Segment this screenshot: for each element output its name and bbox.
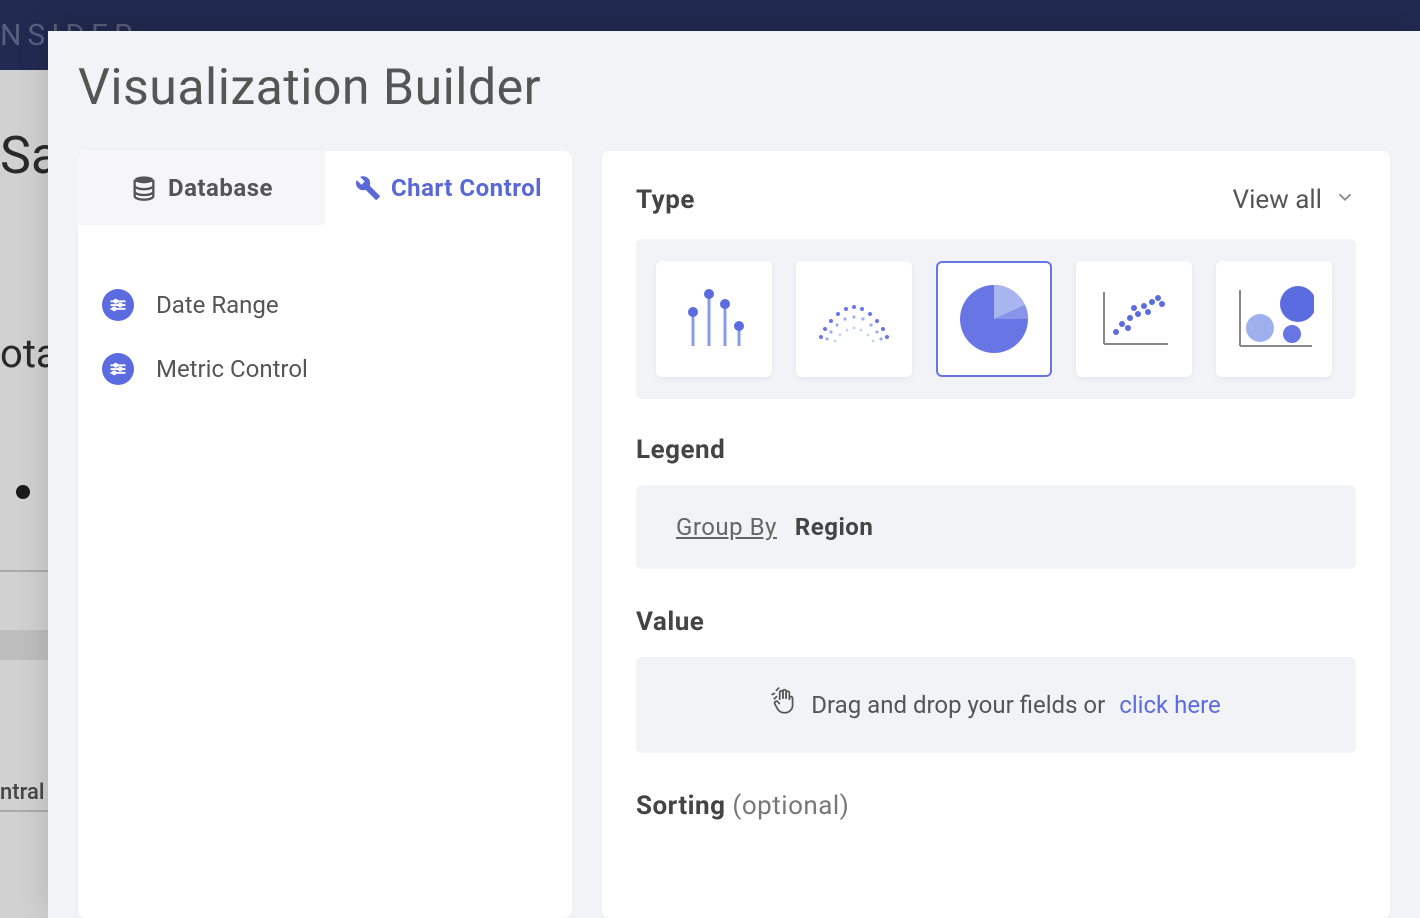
tabs: Database Chart Control xyxy=(78,151,572,225)
modal-title: Visualization Builder xyxy=(78,59,1390,117)
tab-database-label: Database xyxy=(168,174,273,202)
control-item-label: Metric Control xyxy=(156,355,308,383)
modal-body: Database Chart Control xyxy=(78,151,1390,918)
tools-icon xyxy=(355,175,381,201)
type-header: Type View all xyxy=(636,185,1356,215)
legend-title: Legend xyxy=(636,435,1356,465)
tab-chart-control-label: Chart Control xyxy=(391,174,542,202)
sorting-optional-text: (optional) xyxy=(732,791,849,821)
control-item-label: Date Range xyxy=(156,291,279,319)
chart-type-bubble[interactable] xyxy=(1216,261,1332,377)
chart-type-arc-dots[interactable] xyxy=(796,261,912,377)
chart-type-lollipop[interactable] xyxy=(656,261,772,377)
value-dropzone[interactable]: Drag and drop your fields or click here xyxy=(636,657,1356,753)
bubble-chart-icon xyxy=(1234,284,1314,354)
group-by-value: Region xyxy=(795,513,873,541)
right-panel: Type View all xyxy=(602,151,1390,918)
arc-dots-chart-icon xyxy=(809,289,899,349)
chart-type-scatter[interactable] xyxy=(1076,261,1192,377)
value-click-here-link[interactable]: click here xyxy=(1119,691,1221,719)
visualization-builder-modal: Visualization Builder Database xyxy=(48,31,1420,918)
chart-type-row xyxy=(636,239,1356,399)
type-title: Type xyxy=(636,185,695,215)
control-item-date-range[interactable]: Date Range xyxy=(98,273,552,337)
lollipop-chart-icon xyxy=(679,284,749,354)
chevron-down-icon xyxy=(1334,185,1356,215)
group-by-label: Group By xyxy=(676,513,777,541)
view-all-label: View all xyxy=(1233,185,1322,215)
tab-chart-control[interactable]: Chart Control xyxy=(325,151,572,225)
pie-chart-icon xyxy=(955,280,1033,358)
value-title: Value xyxy=(636,607,1356,637)
control-item-metric-control[interactable]: Metric Control xyxy=(98,337,552,401)
sliders-icon xyxy=(102,353,134,385)
sliders-icon xyxy=(102,289,134,321)
scatter-chart-icon xyxy=(1094,284,1174,354)
legend-dropzone[interactable]: Group By Region xyxy=(636,485,1356,569)
view-all-button[interactable]: View all xyxy=(1233,185,1356,215)
database-icon xyxy=(130,174,158,202)
sorting-title-text: Sorting xyxy=(636,791,725,821)
left-panel: Database Chart Control xyxy=(78,151,572,918)
tab-database[interactable]: Database xyxy=(78,151,325,225)
control-list: Date Range Metric Control xyxy=(78,225,572,449)
drag-hand-icon xyxy=(771,687,797,723)
value-hint-text: Drag and drop your fields or xyxy=(811,691,1105,719)
chart-type-pie[interactable] xyxy=(936,261,1052,377)
sorting-title: Sorting (optional) xyxy=(636,791,1356,821)
